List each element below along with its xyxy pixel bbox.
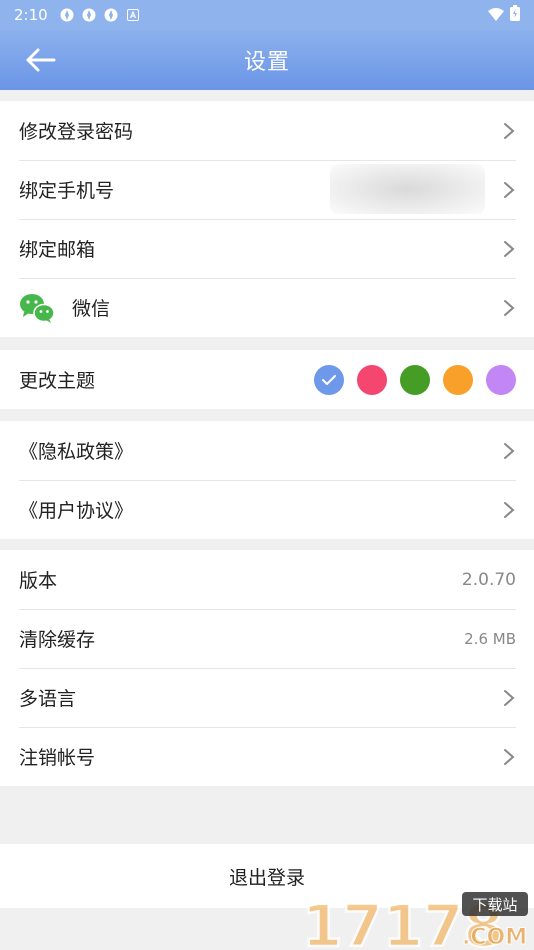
version-item: 版本 2.0.70 xyxy=(0,550,534,609)
cache-size-value: 2.6 MB xyxy=(464,629,516,648)
bind-phone-label: 绑定手机号 xyxy=(19,180,115,202)
back-arrow-icon[interactable] xyxy=(24,46,56,74)
page-title: 设置 xyxy=(243,50,290,75)
chevron-right-icon xyxy=(502,122,516,140)
bind-phone-item[interactable]: 绑定手机号 xyxy=(0,160,534,219)
language-item[interactable]: 多语言 xyxy=(0,668,534,727)
language-label: 多语言 xyxy=(19,688,77,710)
legal-group: 《隐私政策》 《用户协议》 xyxy=(0,421,534,539)
delete-account-item[interactable]: 注销帐号 xyxy=(0,727,534,786)
status-time: 2:10 xyxy=(14,6,48,24)
bind-email-label: 绑定邮箱 xyxy=(19,239,96,261)
version-value: 2.0.70 xyxy=(461,569,516,590)
wifi-icon xyxy=(488,6,504,25)
privacy-policy-label: 《隐私政策》 xyxy=(19,441,134,463)
chevron-right-icon xyxy=(502,240,516,258)
change-password-item[interactable]: 修改登录密码 xyxy=(0,101,534,160)
theme-group: 更改主题 xyxy=(0,350,534,409)
chevron-right-icon xyxy=(502,689,516,707)
battery-icon xyxy=(510,5,520,25)
site-watermark-logo: 17178 下载站 .COM xyxy=(301,891,528,950)
theme-color-orange[interactable] xyxy=(443,364,473,395)
app-bar: 设置 xyxy=(0,30,534,90)
status-bar: 2:10 xyxy=(0,0,534,30)
clear-cache-item[interactable]: 清除缓存 2.6 MB xyxy=(0,609,534,668)
delete-account-label: 注销帐号 xyxy=(19,747,96,769)
account-settings-group: 修改登录密码 绑定手机号 绑定邮箱 微信 xyxy=(0,101,534,337)
chevron-right-icon xyxy=(502,299,516,317)
app-notification-icon xyxy=(82,8,96,22)
chevron-right-icon xyxy=(502,748,516,766)
theme-item: 更改主题 xyxy=(0,350,534,409)
chevron-right-icon xyxy=(502,501,516,519)
wechat-icon xyxy=(19,292,55,324)
chevron-right-icon xyxy=(502,181,516,199)
bind-email-item[interactable]: 绑定邮箱 xyxy=(0,219,534,278)
app-notification-icon xyxy=(104,8,118,22)
app-info-group: 版本 2.0.70 清除缓存 2.6 MB 多语言 注销帐号 xyxy=(0,550,534,786)
wechat-item[interactable]: 微信 xyxy=(0,278,534,337)
theme-color-purple[interactable] xyxy=(486,364,516,395)
clear-cache-label: 清除缓存 xyxy=(19,629,96,651)
app-notification-icon xyxy=(60,8,74,22)
theme-color-picker xyxy=(314,364,516,395)
chevron-right-icon xyxy=(502,442,516,460)
user-agreement-item[interactable]: 《用户协议》 xyxy=(0,480,534,539)
theme-color-green[interactable] xyxy=(400,364,430,395)
privacy-policy-item[interactable]: 《隐私政策》 xyxy=(0,421,534,480)
watermark-badge: 下载站 xyxy=(472,896,517,914)
version-label: 版本 xyxy=(19,570,58,592)
theme-label: 更改主题 xyxy=(19,370,96,392)
user-agreement-label: 《用户协议》 xyxy=(19,500,134,522)
checkmark-icon xyxy=(322,374,336,385)
keyboard-notification-icon xyxy=(126,8,140,22)
theme-color-blue[interactable] xyxy=(314,364,344,395)
change-password-label: 修改登录密码 xyxy=(19,121,134,143)
wechat-label: 微信 xyxy=(72,298,111,320)
blurred-phone-number xyxy=(330,164,485,214)
theme-color-pink[interactable] xyxy=(357,364,387,395)
watermark-domain: .COM xyxy=(462,925,527,950)
